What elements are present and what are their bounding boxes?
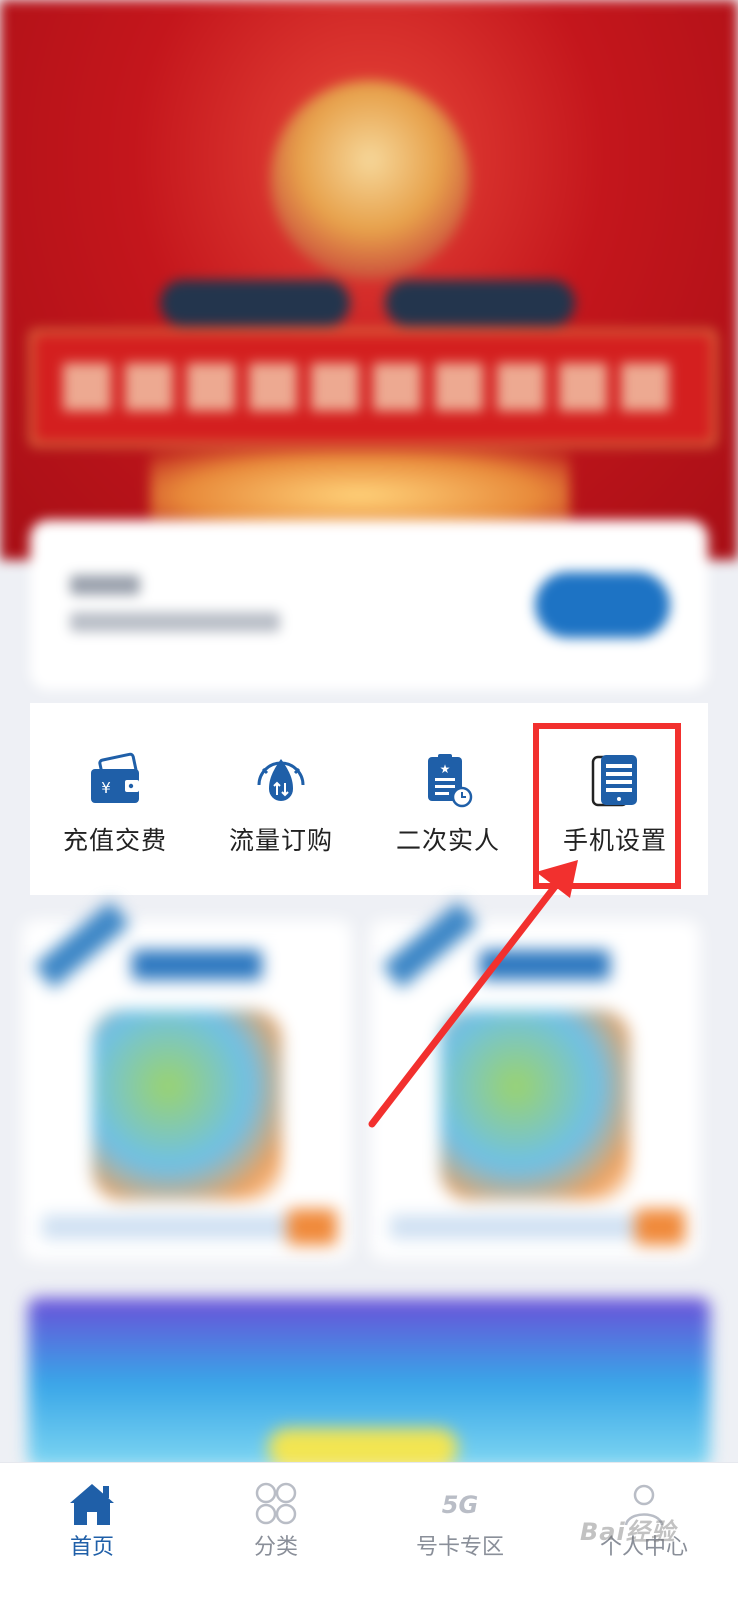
svg-text:★: ★ [440,762,451,776]
app-screen: ¥ 充值交费 流量订购 ★ 二次实人 手机设置 首页 分类 5G 号卡专区 个人… [0,0,738,1600]
bottom-promo-banner[interactable] [28,1298,710,1468]
promo-title-blurred [132,950,262,980]
banner-mascot [270,80,470,280]
promo-art [92,1010,282,1200]
tab-category[interactable]: 分类 [184,1463,368,1600]
user-number-blurred [70,612,280,632]
quick-action-label: 手机设置 [562,827,667,855]
data-gauge-icon [257,759,305,801]
wallet-icon: ¥ [91,752,139,803]
grid-circles-icon [255,1482,297,1525]
banner-pill-left [160,280,350,326]
promo-card-right[interactable] [370,901,700,1260]
tab-label: 首页 [69,1534,114,1559]
promo-footer-blurred [42,1209,337,1245]
quick-action-verify[interactable]: ★ 二次实人 [363,703,533,895]
quick-action-label: 充值交费 [62,827,167,855]
user-card-button[interactable] [535,572,670,638]
tab-label: 号卡专区 [415,1534,504,1559]
banner-pill-right [385,280,575,326]
promo-footer-blurred [390,1209,685,1245]
promo-ribbon [34,901,130,989]
quick-actions: ¥ 充值交费 流量订购 ★ 二次实人 手机设置 [30,703,708,895]
tab-label: 分类 [253,1534,298,1559]
svg-text:¥: ¥ [101,779,111,797]
user-name-blurred [70,575,140,595]
quick-action-phone-settings[interactable]: 手机设置 [530,703,700,895]
quick-action-label: 二次实人 [395,827,500,855]
clipboard-id-icon: ★ [428,754,473,808]
quick-action-data[interactable]: 流量订购 [196,703,366,895]
phone-settings-icon [591,755,637,807]
hero-banner[interactable] [0,0,738,560]
banner-slogan [30,330,716,446]
promo-card-left[interactable] [22,901,352,1260]
home-icon [70,1484,114,1525]
tab-number-cards[interactable]: 5G 号卡专区 [368,1463,552,1600]
svg-text:5G: 5G [442,1491,478,1519]
promo-title-blurred [480,950,610,980]
tab-home[interactable]: 首页 [0,1463,184,1600]
user-card [30,520,708,690]
5g-icon: 5G [442,1491,478,1519]
promo-art [440,1010,630,1200]
watermark: Bai经验 [580,1518,676,1546]
quick-action-label: 流量订购 [228,827,333,855]
quick-action-recharge[interactable]: ¥ 充值交费 [30,703,200,895]
promo-ribbon [382,901,478,989]
